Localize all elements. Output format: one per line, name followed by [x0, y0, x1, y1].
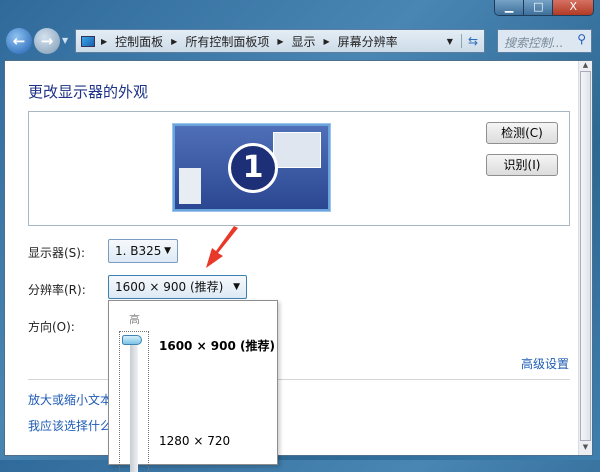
back-button[interactable]: ← [6, 28, 32, 54]
scrollbar[interactable]: ▲ ▼ [578, 61, 592, 455]
resolution-dropdown: 高 1600 × 900 (推荐) 1280 × 720 [108, 300, 278, 472]
breadcrumb-display[interactable]: 显示 [292, 33, 316, 50]
control-panel-icon [81, 35, 95, 47]
maximize-button[interactable]: □ [524, 0, 554, 15]
monitor-preview: 1 检测(C) 识别(I) [28, 111, 570, 226]
chevron-down-icon: ▼ [233, 282, 240, 292]
back-arrow-icon: ← [12, 32, 26, 50]
display-label: 显示器(S): [28, 246, 86, 260]
identify-button[interactable]: 识别(I) [486, 154, 558, 176]
minimize-button[interactable]: ▁ [495, 0, 525, 15]
search-input[interactable]: 搜索控制... ⚲ [497, 29, 592, 53]
text-size-link[interactable]: 放大或缩小文本 [28, 391, 112, 408]
monitor-1[interactable]: 1 [173, 124, 330, 211]
resolution-option-1600x900[interactable]: 1600 × 900 (推荐) [159, 337, 275, 354]
detect-button[interactable]: 检测(C) [486, 122, 558, 144]
slider-thumb[interactable] [122, 335, 142, 345]
orientation-label: 方向(O): [28, 320, 75, 334]
which-settings-link[interactable]: 我应该选择什么 [28, 417, 112, 434]
monitor-number: 1 [228, 143, 278, 193]
breadcrumb-control-panel[interactable]: 控制面板 [115, 33, 163, 50]
scrollbar-thumb[interactable] [580, 71, 591, 441]
chevron-right-icon: ▶ [101, 36, 108, 46]
scroll-down-icon[interactable]: ▼ [579, 443, 592, 451]
address-bar[interactable]: ▶ 控制面板 ▶ 所有控制面板项 ▶ 显示 ▶ 屏幕分辨率 ▼ ⇆ [75, 29, 485, 53]
chevron-right-icon: ▶ [277, 36, 284, 46]
close-button[interactable]: X [553, 0, 593, 15]
window-controls: ▁ □ X [494, 0, 594, 16]
resolution-option-1280x720[interactable]: 1280 × 720 [159, 434, 230, 448]
breadcrumb-screen-resolution[interactable]: 屏幕分辨率 [338, 33, 398, 50]
content-pane: 更改显示器的外观 1 检测(C) 识别(I) 显示器(S): 1. B325 ▼ … [4, 60, 593, 456]
chevron-right-icon: ▶ [171, 36, 178, 46]
search-icon: ⚲ [577, 32, 586, 46]
chevron-down-icon: ▼ [164, 246, 171, 256]
breadcrumb-all-items[interactable]: 所有控制面板项 [185, 33, 269, 50]
resolution-select[interactable]: 1600 × 900 (推荐) ▼ [108, 275, 247, 299]
resolution-slider[interactable] [119, 331, 149, 472]
page-title: 更改显示器的外观 [28, 83, 149, 101]
scroll-up-icon[interactable]: ▲ [579, 61, 592, 69]
forward-button[interactable]: → [34, 28, 60, 54]
forward-arrow-icon: → [40, 32, 54, 50]
resolution-label: 分辨率(R): [28, 283, 86, 297]
window-thumbnail-icon [273, 132, 321, 168]
chevron-right-icon: ▶ [323, 36, 330, 46]
advanced-settings-link[interactable]: 高级设置 [521, 355, 569, 372]
display-select[interactable]: 1. B325 ▼ [108, 239, 178, 263]
refresh-icon[interactable]: ⇆ [460, 34, 484, 48]
window-thumbnail-icon [179, 168, 201, 204]
history-dropdown-icon[interactable]: ▼ [62, 36, 68, 45]
slider-track [130, 338, 138, 472]
high-label: 高 [129, 313, 140, 326]
address-dropdown-icon[interactable]: ▼ [447, 37, 453, 46]
